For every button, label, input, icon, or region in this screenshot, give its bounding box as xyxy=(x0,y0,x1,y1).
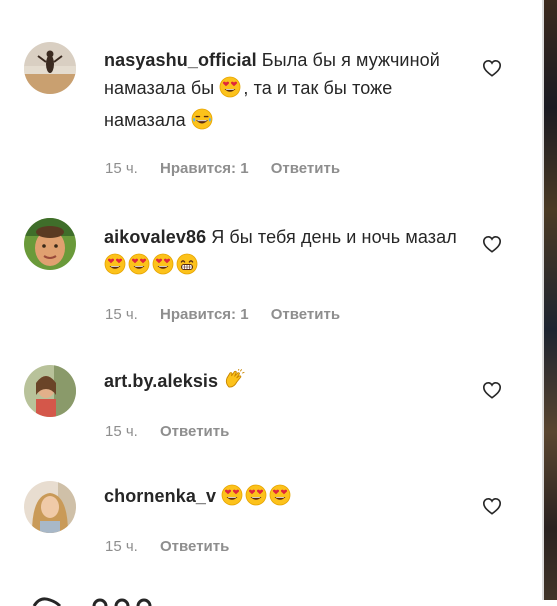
comment-text: art.by.aleksis xyxy=(104,367,464,399)
heart-outline-icon[interactable] xyxy=(482,497,502,515)
heart-outline-icon[interactable] xyxy=(482,381,502,399)
comment-time[interactable]: 15 ч. xyxy=(105,306,138,323)
comment-username[interactable]: aikovalev86 xyxy=(104,227,206,247)
avatar[interactable] xyxy=(24,365,76,417)
reply-button[interactable]: Ответить xyxy=(160,423,229,440)
comment-username[interactable]: chornenka_v xyxy=(104,486,216,506)
comment-meta: 15 ч. Нравится: 1 Ответить xyxy=(105,306,358,323)
heart-eyes-emoji-icon xyxy=(269,484,291,514)
heart-outline-icon[interactable] xyxy=(482,59,502,77)
avatar[interactable] xyxy=(24,481,76,533)
heart-eyes-emoji-icon xyxy=(104,253,126,283)
background-photo-strip xyxy=(544,0,557,600)
avatar[interactable] xyxy=(24,42,76,94)
heart-eyes-emoji-icon xyxy=(128,253,150,283)
comment-username[interactable]: nasyashu_official xyxy=(104,50,257,70)
comment-text: nasyashu_official Была бы я мужчиной нама… xyxy=(104,46,464,138)
heart-eyes-emoji-icon xyxy=(152,253,174,283)
heart-eyes-emoji-icon xyxy=(221,484,243,514)
reply-button[interactable]: Ответить xyxy=(271,160,340,177)
laugh-tears-emoji-icon xyxy=(191,108,213,138)
comment-meta: 15 ч. Нравится: 1 Ответить xyxy=(105,160,358,177)
heart-eyes-emoji-icon xyxy=(245,484,267,514)
comment-text: chornenka_v xyxy=(104,482,464,514)
grinning-emoji-icon xyxy=(176,253,198,283)
heart-eyes-emoji-icon xyxy=(219,76,241,106)
heart-outline-icon[interactable] xyxy=(482,235,502,253)
likes-count[interactable]: Нравится: 1 xyxy=(160,306,249,323)
comment-time[interactable]: 15 ч. xyxy=(105,538,138,555)
reply-button[interactable]: Ответить xyxy=(160,538,229,555)
comment-text-part: Я бы тебя день и ночь мазал xyxy=(211,227,457,247)
avatar[interactable] xyxy=(24,218,76,270)
clapping-hands-emoji-icon xyxy=(223,368,245,399)
comment-username[interactable]: art.by.aleksis xyxy=(104,371,218,391)
comment-meta: 15 ч. Ответить xyxy=(105,538,247,555)
next-comment-cut-off xyxy=(32,597,152,606)
reply-button[interactable]: Ответить xyxy=(271,306,340,323)
comment-text: aikovalev86 Я бы тебя день и ночь мазал xyxy=(104,223,464,283)
likes-count[interactable]: Нравится: 1 xyxy=(160,160,249,177)
comment-time[interactable]: 15 ч. xyxy=(105,160,138,177)
comment-meta: 15 ч. Ответить xyxy=(105,423,247,440)
comment-time[interactable]: 15 ч. xyxy=(105,423,138,440)
